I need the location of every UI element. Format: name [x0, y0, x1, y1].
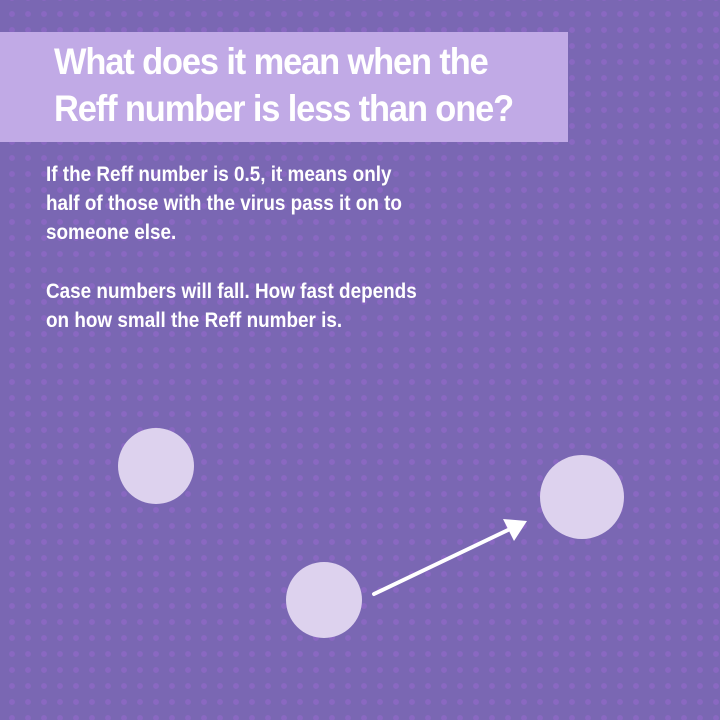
transmission-diagram — [118, 428, 624, 638]
transmission-arrow-shaft — [372, 528, 510, 596]
person-circle-infected — [540, 455, 624, 539]
person-circle-unlinked — [118, 428, 194, 504]
person-circle-source — [286, 562, 362, 638]
